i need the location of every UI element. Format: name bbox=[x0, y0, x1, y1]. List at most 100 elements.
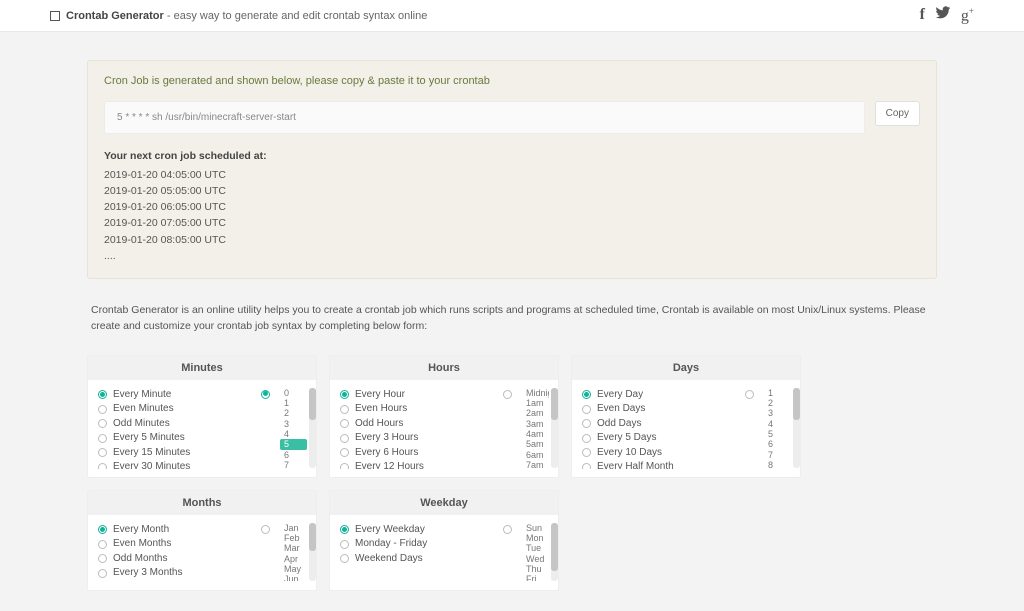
panel-title-months: Months bbox=[88, 491, 316, 515]
radio-every-30-minutes[interactable]: Every 30 Minutes bbox=[98, 460, 261, 469]
schedule-time: 2019-01-20 06:05:00 UTC bbox=[104, 199, 920, 215]
radio-every-5-minutes[interactable]: Every 5 Minutes bbox=[98, 431, 261, 446]
radio-icon bbox=[340, 434, 349, 443]
radio-icon bbox=[582, 419, 591, 428]
radio-odd-days[interactable]: Odd Days bbox=[582, 417, 745, 432]
radio-even-days[interactable]: Even Days bbox=[582, 402, 745, 417]
radio-icon bbox=[98, 540, 107, 549]
google-plus-icon[interactable]: g+ bbox=[961, 6, 974, 25]
radio-even-months[interactable]: Even Months bbox=[98, 537, 261, 552]
radio-even-minutes[interactable]: Even Minutes bbox=[98, 402, 261, 417]
panel-title-weekday: Weekday bbox=[330, 491, 558, 515]
radio-every-6-hours[interactable]: Every 6 Hours bbox=[340, 446, 503, 461]
days-options: Every Day Even Days Odd Days Every 5 Day… bbox=[582, 388, 745, 469]
scrollbar[interactable] bbox=[551, 523, 558, 581]
months-options: Every Month Even Months Odd Months Every… bbox=[98, 523, 261, 582]
cron-output[interactable]: 5 * * * * sh /usr/bin/minecraft-server-s… bbox=[104, 101, 865, 134]
app-subtitle: - easy way to generate and edit crontab … bbox=[167, 10, 428, 22]
hours-list[interactable]: Midnight 1am 2am 3am 4am 5am 6am 7am 8am bbox=[514, 388, 549, 468]
app-title: Crontab Generator bbox=[66, 10, 164, 22]
radio-icon bbox=[340, 525, 349, 534]
radio-icon bbox=[340, 554, 349, 563]
twitter-icon[interactable] bbox=[935, 6, 951, 25]
app-icon bbox=[50, 11, 60, 21]
intro-text: Crontab Generator is an online utility h… bbox=[91, 303, 933, 335]
weekday-list[interactable]: Sun Mon Tue Wed Thu Fri bbox=[514, 523, 549, 581]
panel-title-days: Days bbox=[572, 356, 800, 380]
radio-custom-months[interactable] bbox=[261, 525, 270, 534]
radio-icon bbox=[98, 525, 107, 534]
minutes-panel: Minutes Every Minute Even Minutes Odd Mi… bbox=[87, 355, 317, 478]
radio-icon bbox=[340, 405, 349, 414]
radio-icon bbox=[98, 390, 107, 399]
minutes-options: Every Minute Even Minutes Odd Minutes Ev… bbox=[98, 388, 261, 469]
schedule-time: 2019-01-20 04:05:00 UTC bbox=[104, 167, 920, 183]
schedule-time: 2019-01-20 07:05:00 UTC bbox=[104, 215, 920, 231]
scrollbar[interactable] bbox=[551, 388, 558, 468]
radio-every-month[interactable]: Every Month bbox=[98, 523, 261, 538]
radio-even-hours[interactable]: Even Hours bbox=[340, 402, 503, 417]
radio-every-weekday[interactable]: Every Weekday bbox=[340, 523, 503, 538]
days-list[interactable]: 1 2 3 4 5 6 7 8 9 bbox=[756, 388, 791, 468]
topbar: Crontab Generator - easy way to generate… bbox=[0, 0, 1024, 32]
copy-button[interactable]: Copy bbox=[875, 101, 920, 126]
facebook-icon[interactable]: f bbox=[920, 6, 925, 25]
radio-icon bbox=[98, 463, 107, 469]
panel-title-minutes: Minutes bbox=[88, 356, 316, 380]
radio-every-day[interactable]: Every Day bbox=[582, 388, 745, 403]
radio-custom-weekday[interactable] bbox=[503, 525, 512, 534]
schedule-title: Your next cron job scheduled at: bbox=[104, 148, 920, 164]
radio-icon bbox=[98, 554, 107, 563]
radio-every-12-hours[interactable]: Every 12 Hours bbox=[340, 460, 503, 469]
radio-every-3-months[interactable]: Every 3 Months bbox=[98, 566, 261, 581]
scrollbar[interactable] bbox=[793, 388, 800, 468]
radio-icon bbox=[340, 419, 349, 428]
months-panel: Months Every Month Even Months Odd Month… bbox=[87, 490, 317, 591]
radio-custom-days[interactable] bbox=[745, 390, 754, 399]
radio-icon bbox=[98, 434, 107, 443]
radio-every-minute[interactable]: Every Minute bbox=[98, 388, 261, 403]
radio-icon bbox=[98, 419, 107, 428]
radio-icon bbox=[582, 448, 591, 457]
radio-icon bbox=[98, 569, 107, 578]
radio-every-half-month[interactable]: Every Half Month bbox=[582, 460, 745, 469]
radio-icon bbox=[582, 405, 591, 414]
radio-icon bbox=[98, 405, 107, 414]
radio-icon bbox=[340, 448, 349, 457]
radio-every-15-minutes[interactable]: Every 15 Minutes bbox=[98, 446, 261, 461]
radio-icon bbox=[582, 390, 591, 399]
schedule-time: 2019-01-20 08:05:00 UTC bbox=[104, 232, 920, 248]
radio-every-5-days[interactable]: Every 5 Days bbox=[582, 431, 745, 446]
radio-odd-months[interactable]: Odd Months bbox=[98, 552, 261, 567]
radio-custom-hours[interactable] bbox=[503, 390, 512, 399]
panels-grid: Minutes Every Minute Even Minutes Odd Mi… bbox=[87, 355, 937, 591]
radio-odd-minutes[interactable]: Odd Minutes bbox=[98, 417, 261, 432]
radio-mon-fri[interactable]: Monday - Friday bbox=[340, 537, 503, 552]
radio-icon bbox=[340, 463, 349, 469]
brand: Crontab Generator - easy way to generate… bbox=[50, 10, 427, 22]
radio-every-hour[interactable]: Every Hour bbox=[340, 388, 503, 403]
hours-options: Every Hour Even Hours Odd Hours Every 3 … bbox=[340, 388, 503, 469]
result-heading: Cron Job is generated and shown below, p… bbox=[104, 75, 920, 87]
minutes-list[interactable]: 0 1 2 3 4 5 6 7 8 bbox=[272, 388, 307, 468]
scrollbar[interactable] bbox=[309, 388, 316, 468]
radio-icon bbox=[98, 448, 107, 457]
months-list[interactable]: Jan Feb Mar Apr May Jun bbox=[272, 523, 307, 581]
radio-odd-hours[interactable]: Odd Hours bbox=[340, 417, 503, 432]
schedule-ellipsis: .... bbox=[104, 248, 920, 264]
radio-icon bbox=[340, 390, 349, 399]
result-panel: Cron Job is generated and shown below, p… bbox=[87, 60, 937, 279]
scrollbar[interactable] bbox=[309, 523, 316, 581]
radio-icon bbox=[582, 463, 591, 469]
schedule-block: Your next cron job scheduled at: 2019-01… bbox=[104, 148, 920, 264]
weekday-options: Every Weekday Monday - Friday Weekend Da… bbox=[340, 523, 503, 582]
radio-every-10-days[interactable]: Every 10 Days bbox=[582, 446, 745, 461]
radio-weekend-days[interactable]: Weekend Days bbox=[340, 552, 503, 567]
radio-icon bbox=[582, 434, 591, 443]
hours-panel: Hours Every Hour Even Hours Odd Hours Ev… bbox=[329, 355, 559, 478]
schedule-time: 2019-01-20 05:05:00 UTC bbox=[104, 183, 920, 199]
radio-custom-minutes[interactable] bbox=[261, 390, 270, 399]
panel-title-hours: Hours bbox=[330, 356, 558, 380]
radio-every-3-hours[interactable]: Every 3 Hours bbox=[340, 431, 503, 446]
days-panel: Days Every Day Even Days Odd Days Every … bbox=[571, 355, 801, 478]
